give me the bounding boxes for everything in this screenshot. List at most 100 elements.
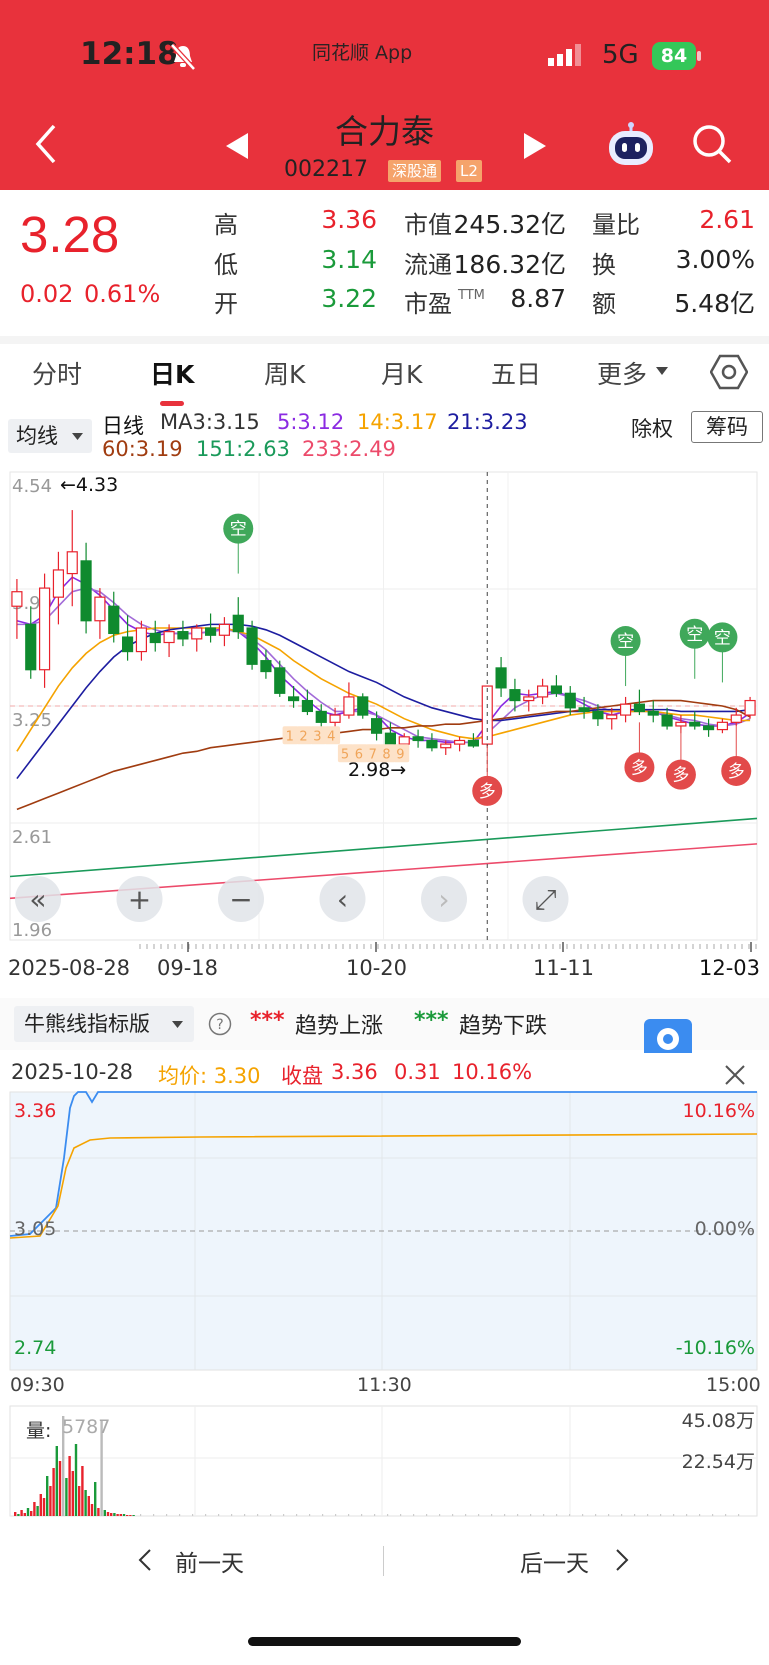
volume-bar xyxy=(84,1490,87,1516)
tab-five-day[interactable]: 五日 xyxy=(491,355,541,391)
candle xyxy=(357,693,369,719)
countdown-number: 5 xyxy=(341,747,349,762)
prev-day-button[interactable]: 前一天 xyxy=(175,1544,244,1578)
close-icon[interactable] xyxy=(724,1064,746,1086)
stat-value-high: 3.36 xyxy=(321,205,377,234)
volume-bar xyxy=(244,1514,246,1516)
candle-body xyxy=(537,685,549,698)
tab-intraday[interactable]: 分时 xyxy=(32,355,82,391)
zoom-out-icon[interactable]: − xyxy=(218,876,264,922)
collapse-left-icon[interactable]: « xyxy=(15,876,61,922)
candle-body xyxy=(25,623,37,671)
volume-bar xyxy=(81,1466,84,1516)
robot-assistant-icon[interactable] xyxy=(605,122,657,170)
volume-bar xyxy=(608,1514,610,1516)
chevron-down-icon xyxy=(172,1021,183,1028)
stat-label-amount: 额 xyxy=(592,290,616,318)
candle-body xyxy=(689,721,701,727)
candle-body xyxy=(633,703,645,713)
volume-bar xyxy=(132,1515,135,1516)
stat-value-open: 3.22 xyxy=(321,284,377,313)
volume-bar xyxy=(296,1514,298,1516)
chevron-down-icon xyxy=(656,367,668,375)
stat-value-low: 3.14 xyxy=(321,245,377,274)
volume-bar xyxy=(478,1514,480,1516)
candle-body xyxy=(94,596,106,622)
ma60-label: 60:3.19 xyxy=(102,437,183,461)
candle-body xyxy=(122,636,134,653)
long-signal-text: 多 xyxy=(728,762,745,782)
pan-left-icon[interactable]: ‹ xyxy=(319,876,366,922)
volume-bar xyxy=(348,1514,350,1516)
volume-bar xyxy=(621,1514,623,1516)
y-tick-label: 2.61 xyxy=(12,827,52,848)
candle-body xyxy=(412,736,424,742)
countdown-number: 4 xyxy=(327,729,335,744)
candle-body xyxy=(177,631,189,640)
volume-bar xyxy=(686,1514,688,1516)
stat-value-float: 186.32亿 xyxy=(453,250,566,279)
x-tick-2: 10-20 xyxy=(346,956,408,980)
ma-selector[interactable]: 均线 xyxy=(8,419,92,453)
settings-hexagon-icon[interactable] xyxy=(710,353,748,391)
long-signal-text: 多 xyxy=(479,782,496,802)
indicator-selector[interactable]: 牛熊线指标版 xyxy=(14,1006,194,1042)
volume-bar xyxy=(634,1514,636,1516)
candle-body xyxy=(398,736,410,745)
candle-body xyxy=(260,660,272,673)
volume-bar xyxy=(712,1514,714,1516)
volume-bar xyxy=(78,1486,81,1516)
adjust-toggle[interactable]: 除权 xyxy=(631,413,673,443)
volume-bar xyxy=(30,1511,33,1516)
volume-bar xyxy=(413,1514,415,1516)
pan-right-icon-glyph: › xyxy=(438,883,449,916)
x-tick-3: 11-11 xyxy=(533,956,595,980)
candle-body xyxy=(329,714,341,723)
tab-more[interactable]: 更多 xyxy=(597,355,647,391)
tab-monthly-k[interactable]: 月K xyxy=(381,355,422,391)
candle-body xyxy=(578,707,590,713)
pan-right-icon[interactable]: › xyxy=(421,876,467,922)
price-change-pct: 0.61% xyxy=(84,280,161,308)
volume-bar xyxy=(361,1514,363,1516)
badge-connect: 深股通 xyxy=(388,160,442,182)
volume-value: 5787 xyxy=(62,1416,111,1438)
battery-tip xyxy=(697,51,701,61)
nav-divider xyxy=(383,1546,384,1576)
next-stock-icon[interactable] xyxy=(522,133,546,159)
volume-bar xyxy=(116,1514,119,1516)
volume-bar xyxy=(46,1476,49,1516)
tab-weekly-k[interactable]: 周K xyxy=(264,355,305,391)
volume-bar xyxy=(738,1514,740,1516)
chips-button[interactable]: 筹码 xyxy=(691,411,763,443)
volume-bar xyxy=(17,1514,20,1516)
chevron-down-icon xyxy=(72,433,83,440)
volume-bar xyxy=(140,1514,142,1516)
volume-bar xyxy=(33,1502,36,1516)
candle-body xyxy=(606,714,618,720)
stat-value-vol-ratio: 2.61 xyxy=(699,205,755,234)
tab-daily-k[interactable]: 日K xyxy=(150,355,194,391)
time-tick-open: 09:30 xyxy=(10,1374,65,1396)
volume-bar xyxy=(283,1514,285,1516)
fullscreen-icon[interactable]: ⤢ xyxy=(522,876,569,922)
kline-chart[interactable]: 4.543.903.252.611.96←4.332.98→1 2 3 45 6 7 8 9空… xyxy=(0,462,769,952)
minute-chart[interactable] xyxy=(0,1088,769,1528)
help-icon[interactable]: ? xyxy=(208,1012,232,1036)
search-icon[interactable] xyxy=(692,124,732,164)
zoom-in-icon[interactable]: + xyxy=(116,876,163,922)
badge-level: L2 xyxy=(456,160,482,182)
volume-mid-label: 22.54万 xyxy=(681,1451,755,1473)
volume-bar xyxy=(192,1514,194,1516)
price-hi-label: 3.36 xyxy=(14,1100,57,1122)
ma21-label: 21:3.23 xyxy=(447,410,528,434)
ma233-label: 233:2.49 xyxy=(302,437,396,461)
floating-assistant-icon[interactable] xyxy=(644,1019,692,1053)
next-day-button[interactable]: 后一天 xyxy=(520,1544,589,1578)
volume-bar xyxy=(58,1461,62,1516)
volume-bar xyxy=(270,1514,272,1516)
svg-text:?: ? xyxy=(216,1017,223,1033)
short-signal-text: 空 xyxy=(230,520,247,540)
zoom-out-icon-glyph: − xyxy=(229,883,252,916)
collapse-left-icon-glyph: « xyxy=(29,883,46,916)
